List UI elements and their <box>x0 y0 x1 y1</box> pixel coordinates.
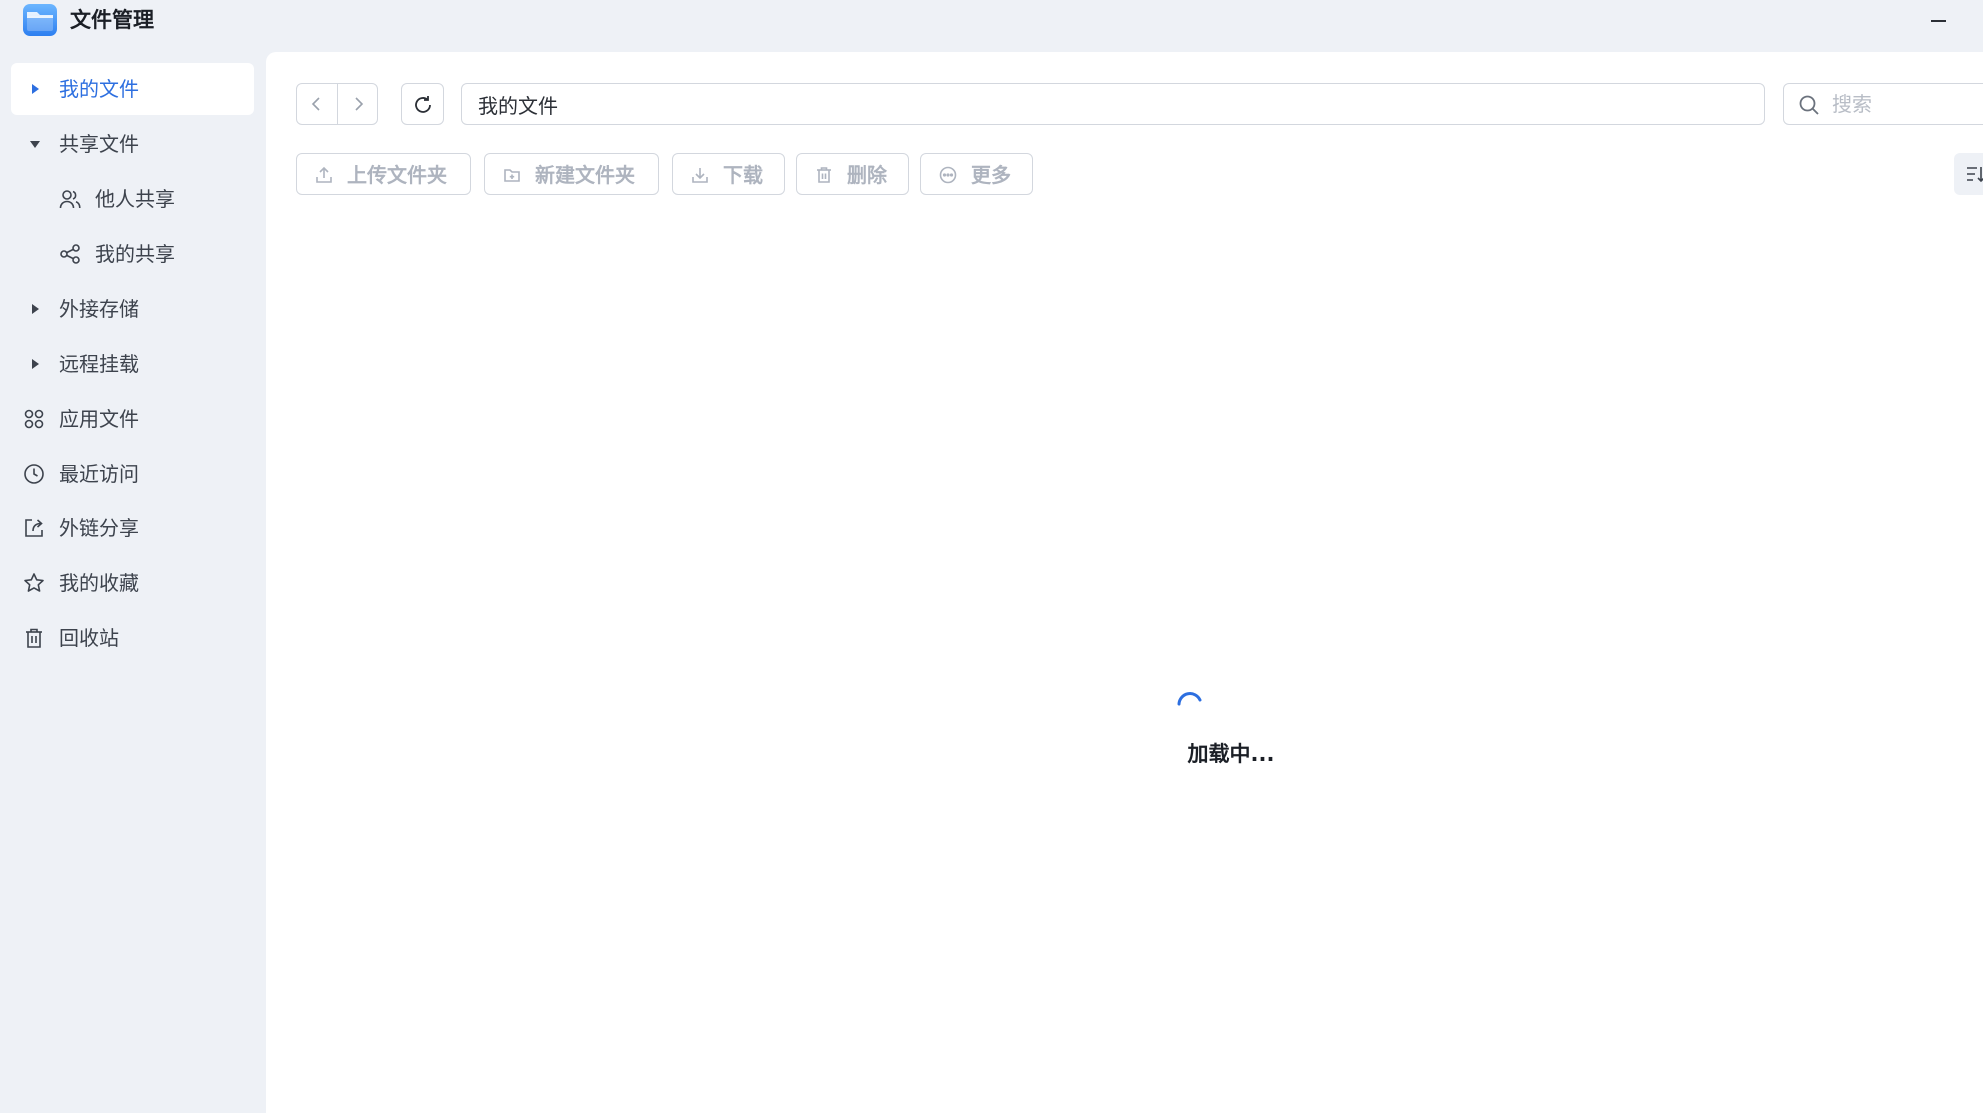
title-bar: 文件管理 <box>0 0 1983 52</box>
sidebar-item-label: 我的收藏 <box>59 571 139 595</box>
clock-icon <box>24 464 44 484</box>
sort-icon <box>1967 167 1983 183</box>
caret-down-icon <box>30 141 40 148</box>
sidebar-item-external-links[interactable]: 外链分享 <box>11 502 254 554</box>
new-folder-icon <box>504 169 520 182</box>
chevron-right-icon <box>355 97 364 111</box>
refresh-button[interactable] <box>401 83 444 125</box>
loading-text: 加载中... <box>1187 742 1275 766</box>
sidebar-item-shared-files[interactable]: 共享文件 <box>11 118 254 170</box>
search-input[interactable] <box>1832 84 1982 124</box>
new-folder-button[interactable]: 新建文件夹 <box>484 153 659 195</box>
back-button[interactable] <box>297 84 337 124</box>
sidebar-item-label: 应用文件 <box>59 407 139 431</box>
minimize-icon[interactable] <box>1924 6 1954 36</box>
sidebar-item-label: 外接存储 <box>59 297 139 321</box>
apps-grid-icon <box>24 409 44 429</box>
trash-icon <box>817 167 831 183</box>
sidebar-item-recent[interactable]: 最近访问 <box>11 448 254 500</box>
more-icon <box>939 166 957 184</box>
path-input[interactable] <box>461 83 1765 125</box>
folder-icon <box>23 4 57 36</box>
sidebar-item-shared-with-me[interactable]: 他人共享 <box>11 173 254 225</box>
delete-label: 删除 <box>847 163 887 187</box>
spinner-icon <box>1177 692 1202 706</box>
sidebar-item-label: 我的共享 <box>95 242 175 266</box>
users-icon <box>59 190 81 209</box>
search-icon <box>1799 95 1819 115</box>
share-nodes-icon <box>60 244 80 264</box>
upload-folder-label: 上传文件夹 <box>347 163 447 187</box>
sidebar-item-label: 远程挂载 <box>59 352 139 376</box>
new-folder-label: 新建文件夹 <box>535 163 635 187</box>
history-nav <box>296 83 378 125</box>
sidebar-item-label: 回收站 <box>59 626 119 650</box>
sidebar-item-label: 我的文件 <box>59 77 139 101</box>
download-label: 下载 <box>723 163 763 187</box>
upload-icon <box>316 166 332 183</box>
more-button[interactable]: 更多 <box>920 153 1033 195</box>
sort-button[interactable] <box>1954 153 1983 195</box>
caret-right-icon <box>32 84 39 94</box>
sidebar-item-external-storage[interactable]: 外接存储 <box>11 283 254 335</box>
chevron-left-icon <box>311 97 320 111</box>
sidebar-item-app-files[interactable]: 应用文件 <box>11 393 254 445</box>
download-icon <box>692 168 708 183</box>
sidebar-item-label: 外链分享 <box>59 516 139 540</box>
sidebar-item-remote-mount[interactable]: 远程挂载 <box>11 338 254 390</box>
forward-button[interactable] <box>338 84 378 124</box>
upload-folder-button[interactable]: 上传文件夹 <box>296 153 471 195</box>
caret-right-icon <box>32 304 39 314</box>
file-manager-window: 文件管理 我的文件 共享文件 他人共享 我的共享 外接存储 远程挂载 应用文件 … <box>0 0 1983 1113</box>
sidebar-item-recycle-bin[interactable]: 回收站 <box>11 612 254 664</box>
loading-overlay: 加载中... <box>266 52 1983 1113</box>
more-label: 更多 <box>971 163 1011 187</box>
star-icon <box>24 573 44 592</box>
sidebar-item-label: 共享文件 <box>59 132 139 156</box>
sidebar: 我的文件 共享文件 他人共享 我的共享 外接存储 远程挂载 应用文件 最近访问 … <box>0 52 266 1113</box>
sidebar-item-label: 最近访问 <box>59 462 139 486</box>
main-panel: 上传文件夹 新建文件夹 下载 删除 <box>266 52 1983 1113</box>
download-button[interactable]: 下载 <box>672 153 785 195</box>
sidebar-item-favorites[interactable]: 我的收藏 <box>11 557 254 609</box>
delete-button[interactable]: 删除 <box>796 153 909 195</box>
search-box[interactable] <box>1783 83 1983 125</box>
trash-icon <box>26 628 42 648</box>
external-share-icon <box>25 519 43 537</box>
sidebar-item-label: 他人共享 <box>95 187 175 211</box>
sidebar-item-my-shares[interactable]: 我的共享 <box>11 228 254 280</box>
refresh-icon <box>415 96 431 113</box>
caret-right-icon <box>32 359 39 369</box>
sidebar-item-my-files[interactable]: 我的文件 <box>11 63 254 115</box>
app-title: 文件管理 <box>70 8 154 32</box>
